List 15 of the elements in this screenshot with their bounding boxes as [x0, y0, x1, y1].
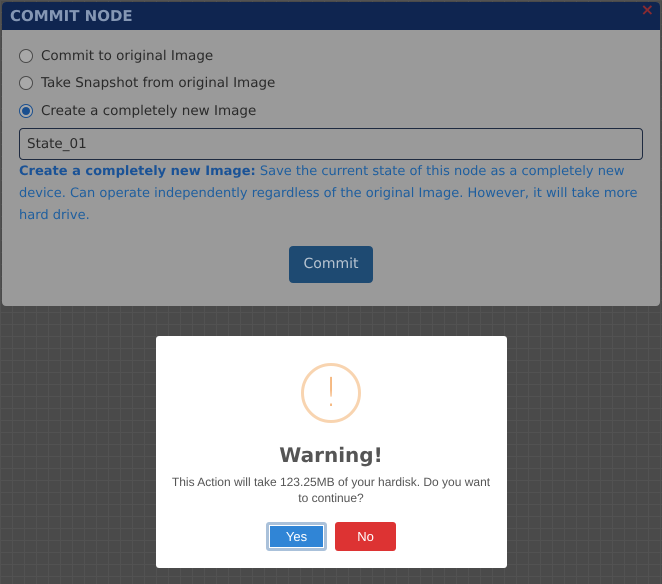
- name-input[interactable]: State_01: [19, 128, 643, 160]
- yes-button[interactable]: Yes: [266, 522, 327, 551]
- commit-button[interactable]: Commit: [289, 246, 373, 282]
- warning-title: Warning!: [279, 443, 383, 467]
- warning-icon: !: [301, 363, 361, 423]
- option-label: Take Snapshot from original Image: [41, 75, 276, 92]
- radio-button[interactable]: [19, 76, 33, 90]
- no-button[interactable]: No: [335, 522, 396, 551]
- dialog-title: COMMIT NODE: [10, 7, 133, 25]
- option-label: Create a completely new Image: [41, 102, 256, 119]
- description-text: Create a completely new Image: Save the current state of this node as a completely new device. Can operate independently regardless of the original Image. However, it will take more hard drive.: [19, 162, 639, 224]
- option-label: Commit to original Image: [41, 48, 214, 64]
- warning-message: This Action will take 123.25MB of your hardisk. Do you want to continue?: [171, 474, 491, 506]
- radio-button[interactable]: [19, 48, 33, 63]
- radio-button[interactable]: [19, 104, 33, 118]
